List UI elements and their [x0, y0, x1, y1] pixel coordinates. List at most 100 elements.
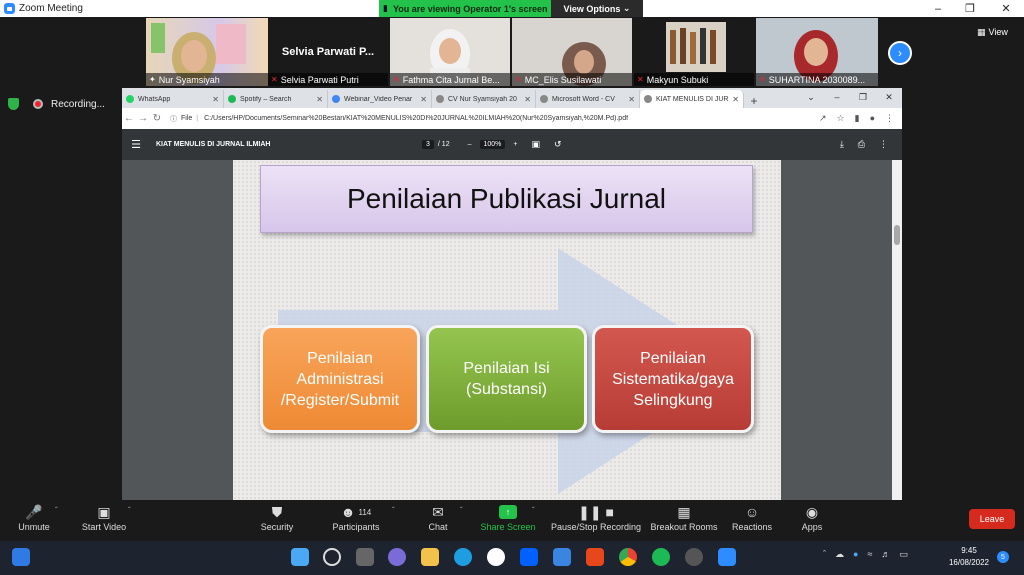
forward-icon[interactable]: →: [136, 113, 150, 124]
page-number-input[interactable]: 3: [422, 140, 434, 149]
participant-tile[interactable]: ✕ Makyun Subuki: [634, 18, 754, 86]
search-icon[interactable]: [323, 548, 341, 566]
participant-tile[interactable]: ✕ SUHARTINA 2030089...: [756, 18, 878, 86]
participants-options-caret-icon[interactable]: ˆ: [392, 506, 395, 515]
back-icon[interactable]: ←: [122, 113, 136, 124]
more-options-icon[interactable]: ⋮: [879, 139, 888, 150]
chat-options-caret-icon[interactable]: ˆ: [460, 506, 463, 515]
fit-page-icon[interactable]: ▣: [532, 139, 541, 150]
zoom-meeting-window: Zoom Meeting – ❐ ✕ ▮ You are viewing Oper…: [0, 0, 1024, 575]
zoom-taskbar-icon[interactable]: [718, 548, 736, 566]
close-tab-icon[interactable]: ✕: [420, 95, 427, 104]
chevron-up-icon[interactable]: ˆ: [823, 549, 826, 560]
video-options-caret-icon[interactable]: ˆ: [128, 506, 131, 515]
participant-tile[interactable]: ✕ Fathma Cita Jurnal Be...: [390, 18, 510, 86]
start-video-button[interactable]: ▣ Start Video: [78, 502, 130, 540]
participant-tile[interactable]: ✕ MC_Elis Susilawati: [512, 18, 632, 86]
sidebar-icon[interactable]: ▮: [855, 113, 860, 124]
browser-dropdown-icon[interactable]: ⌄: [798, 88, 824, 106]
tab-label: WhatsApp: [138, 95, 171, 103]
rotate-icon[interactable]: ↺: [554, 139, 562, 150]
participant-tile[interactable]: ✦ Nur Syamsiyah: [146, 18, 268, 86]
close-tab-icon[interactable]: ✕: [524, 95, 531, 104]
zoom-out-icon[interactable]: –: [468, 141, 472, 148]
share-icon[interactable]: ↗: [819, 113, 827, 124]
chat-button[interactable]: ✉ Chat: [424, 502, 452, 540]
microphone-icon[interactable]: ●: [853, 549, 858, 560]
battery-icon[interactable]: ▭: [899, 549, 908, 560]
download-icon[interactable]: ⤓: [840, 139, 844, 150]
participant-caption: ✕ Selvia Parwati Putri: [268, 73, 388, 86]
close-window-button[interactable]: ✕: [990, 0, 1022, 17]
maximize-button[interactable]: ❐: [954, 0, 986, 17]
minimize-button[interactable]: –: [922, 0, 954, 17]
hamburger-menu-icon[interactable]: ☰: [122, 138, 150, 151]
new-tab-button[interactable]: +: [744, 94, 764, 108]
apps-button[interactable]: ◉ Apps: [798, 502, 826, 540]
mail-icon[interactable]: [553, 548, 571, 566]
windows-start-icon[interactable]: [291, 548, 309, 566]
file-explorer-icon[interactable]: [421, 548, 439, 566]
participant-caption: ✦ Nur Syamsiyah: [146, 73, 268, 86]
browser-tab[interactable]: Spotify – Search ✕: [224, 90, 328, 108]
taskbar-clock[interactable]: 9:45 16/08/2022: [945, 545, 993, 569]
share-screen-button[interactable]: ↑ Share Screen: [480, 502, 536, 540]
breakout-rooms-button[interactable]: ▦ Breakout Rooms: [650, 502, 718, 540]
browser-tab[interactable]: Microsoft Word - CV ✕: [536, 90, 640, 108]
leave-button[interactable]: Leave: [969, 509, 1015, 529]
info-icon[interactable]: ⓘ: [170, 114, 177, 124]
tab-strip: WhatsApp ✕ Spotify – Search ✕ Webinar_Vide…: [122, 88, 902, 108]
view-button[interactable]: ▦ View: [977, 24, 1017, 40]
task-view-icon[interactable]: [356, 548, 374, 566]
muted-mic-icon: ✕: [515, 75, 522, 84]
browser-close-button[interactable]: ✕: [876, 88, 902, 106]
close-tab-icon[interactable]: ✕: [316, 95, 323, 104]
pause-stop-recording-button[interactable]: ❚❚ ■ Pause/Stop Recording: [550, 502, 642, 540]
reactions-button[interactable]: ☺ Reactions: [730, 502, 774, 540]
wifi-icon[interactable]: ≈: [867, 549, 872, 560]
next-page-button[interactable]: ›: [888, 41, 912, 65]
browser-tab[interactable]: CV Nur Syamsiyah 20 ✕: [432, 90, 536, 108]
unmute-button[interactable]: 🎤 Unmute: [14, 502, 54, 540]
share-options-caret-icon[interactable]: ˆ: [532, 506, 535, 515]
close-tab-icon[interactable]: ✕: [732, 95, 739, 104]
participant-caption: ✕ Fathma Cita Jurnal Be...: [390, 73, 510, 86]
browser-tab-active[interactable]: KIAT MENULIS DI JUR ✕: [640, 90, 744, 108]
spotify-icon: [228, 95, 236, 103]
office-icon[interactable]: [586, 548, 604, 566]
scrollbar-thumb[interactable]: [894, 225, 900, 245]
url-field[interactable]: C:/Users/HP/Documents/Seminar%20Bestari/…: [204, 115, 819, 122]
print-icon[interactable]: ⎙: [858, 139, 865, 150]
settings-gear-icon[interactable]: [685, 548, 703, 566]
teams-chat-icon[interactable]: [388, 548, 406, 566]
edge-icon[interactable]: [454, 548, 472, 566]
view-options-button[interactable]: View Options ⌄: [551, 0, 643, 17]
close-tab-icon[interactable]: ✕: [212, 95, 219, 104]
reload-icon[interactable]: ↻: [150, 113, 164, 124]
browser-tab[interactable]: Webinar_Video Penar ✕: [328, 90, 432, 108]
github-icon[interactable]: [487, 548, 505, 566]
vertical-scrollbar[interactable]: [892, 160, 902, 500]
audio-options-caret-icon[interactable]: ˆ: [55, 506, 58, 515]
chrome-icon[interactable]: [619, 548, 637, 566]
profile-avatar-icon[interactable]: ●: [870, 113, 875, 124]
zoom-in-icon[interactable]: +: [513, 141, 517, 148]
system-tray: ˆ ☁ ● ≈ ♬ ▭: [823, 549, 908, 560]
spotify-taskbar-icon[interactable]: [652, 548, 670, 566]
participants-button[interactable]: ☻ 114 Participants: [328, 502, 384, 540]
widgets-icon[interactable]: [12, 548, 30, 566]
star-icon[interactable]: ☆: [837, 113, 845, 124]
browser-tab[interactable]: WhatsApp ✕: [122, 90, 224, 108]
close-tab-icon[interactable]: ✕: [628, 95, 635, 104]
volume-icon[interactable]: ♬: [881, 549, 890, 560]
unmute-label: Unmute: [18, 522, 50, 532]
cloud-icon[interactable]: ☁: [835, 549, 844, 560]
browser-minimize-button[interactable]: –: [824, 88, 850, 106]
browser-maximize-button[interactable]: ❐: [850, 88, 876, 106]
menu-icon[interactable]: ⋮: [885, 113, 894, 124]
security-button[interactable]: ⛊ Security: [256, 502, 298, 540]
smiley-icon: ☺: [744, 504, 760, 520]
notification-icon[interactable]: 5: [997, 551, 1009, 563]
dropbox-icon[interactable]: [520, 548, 538, 566]
zoom-level-input[interactable]: 100%: [479, 140, 506, 149]
